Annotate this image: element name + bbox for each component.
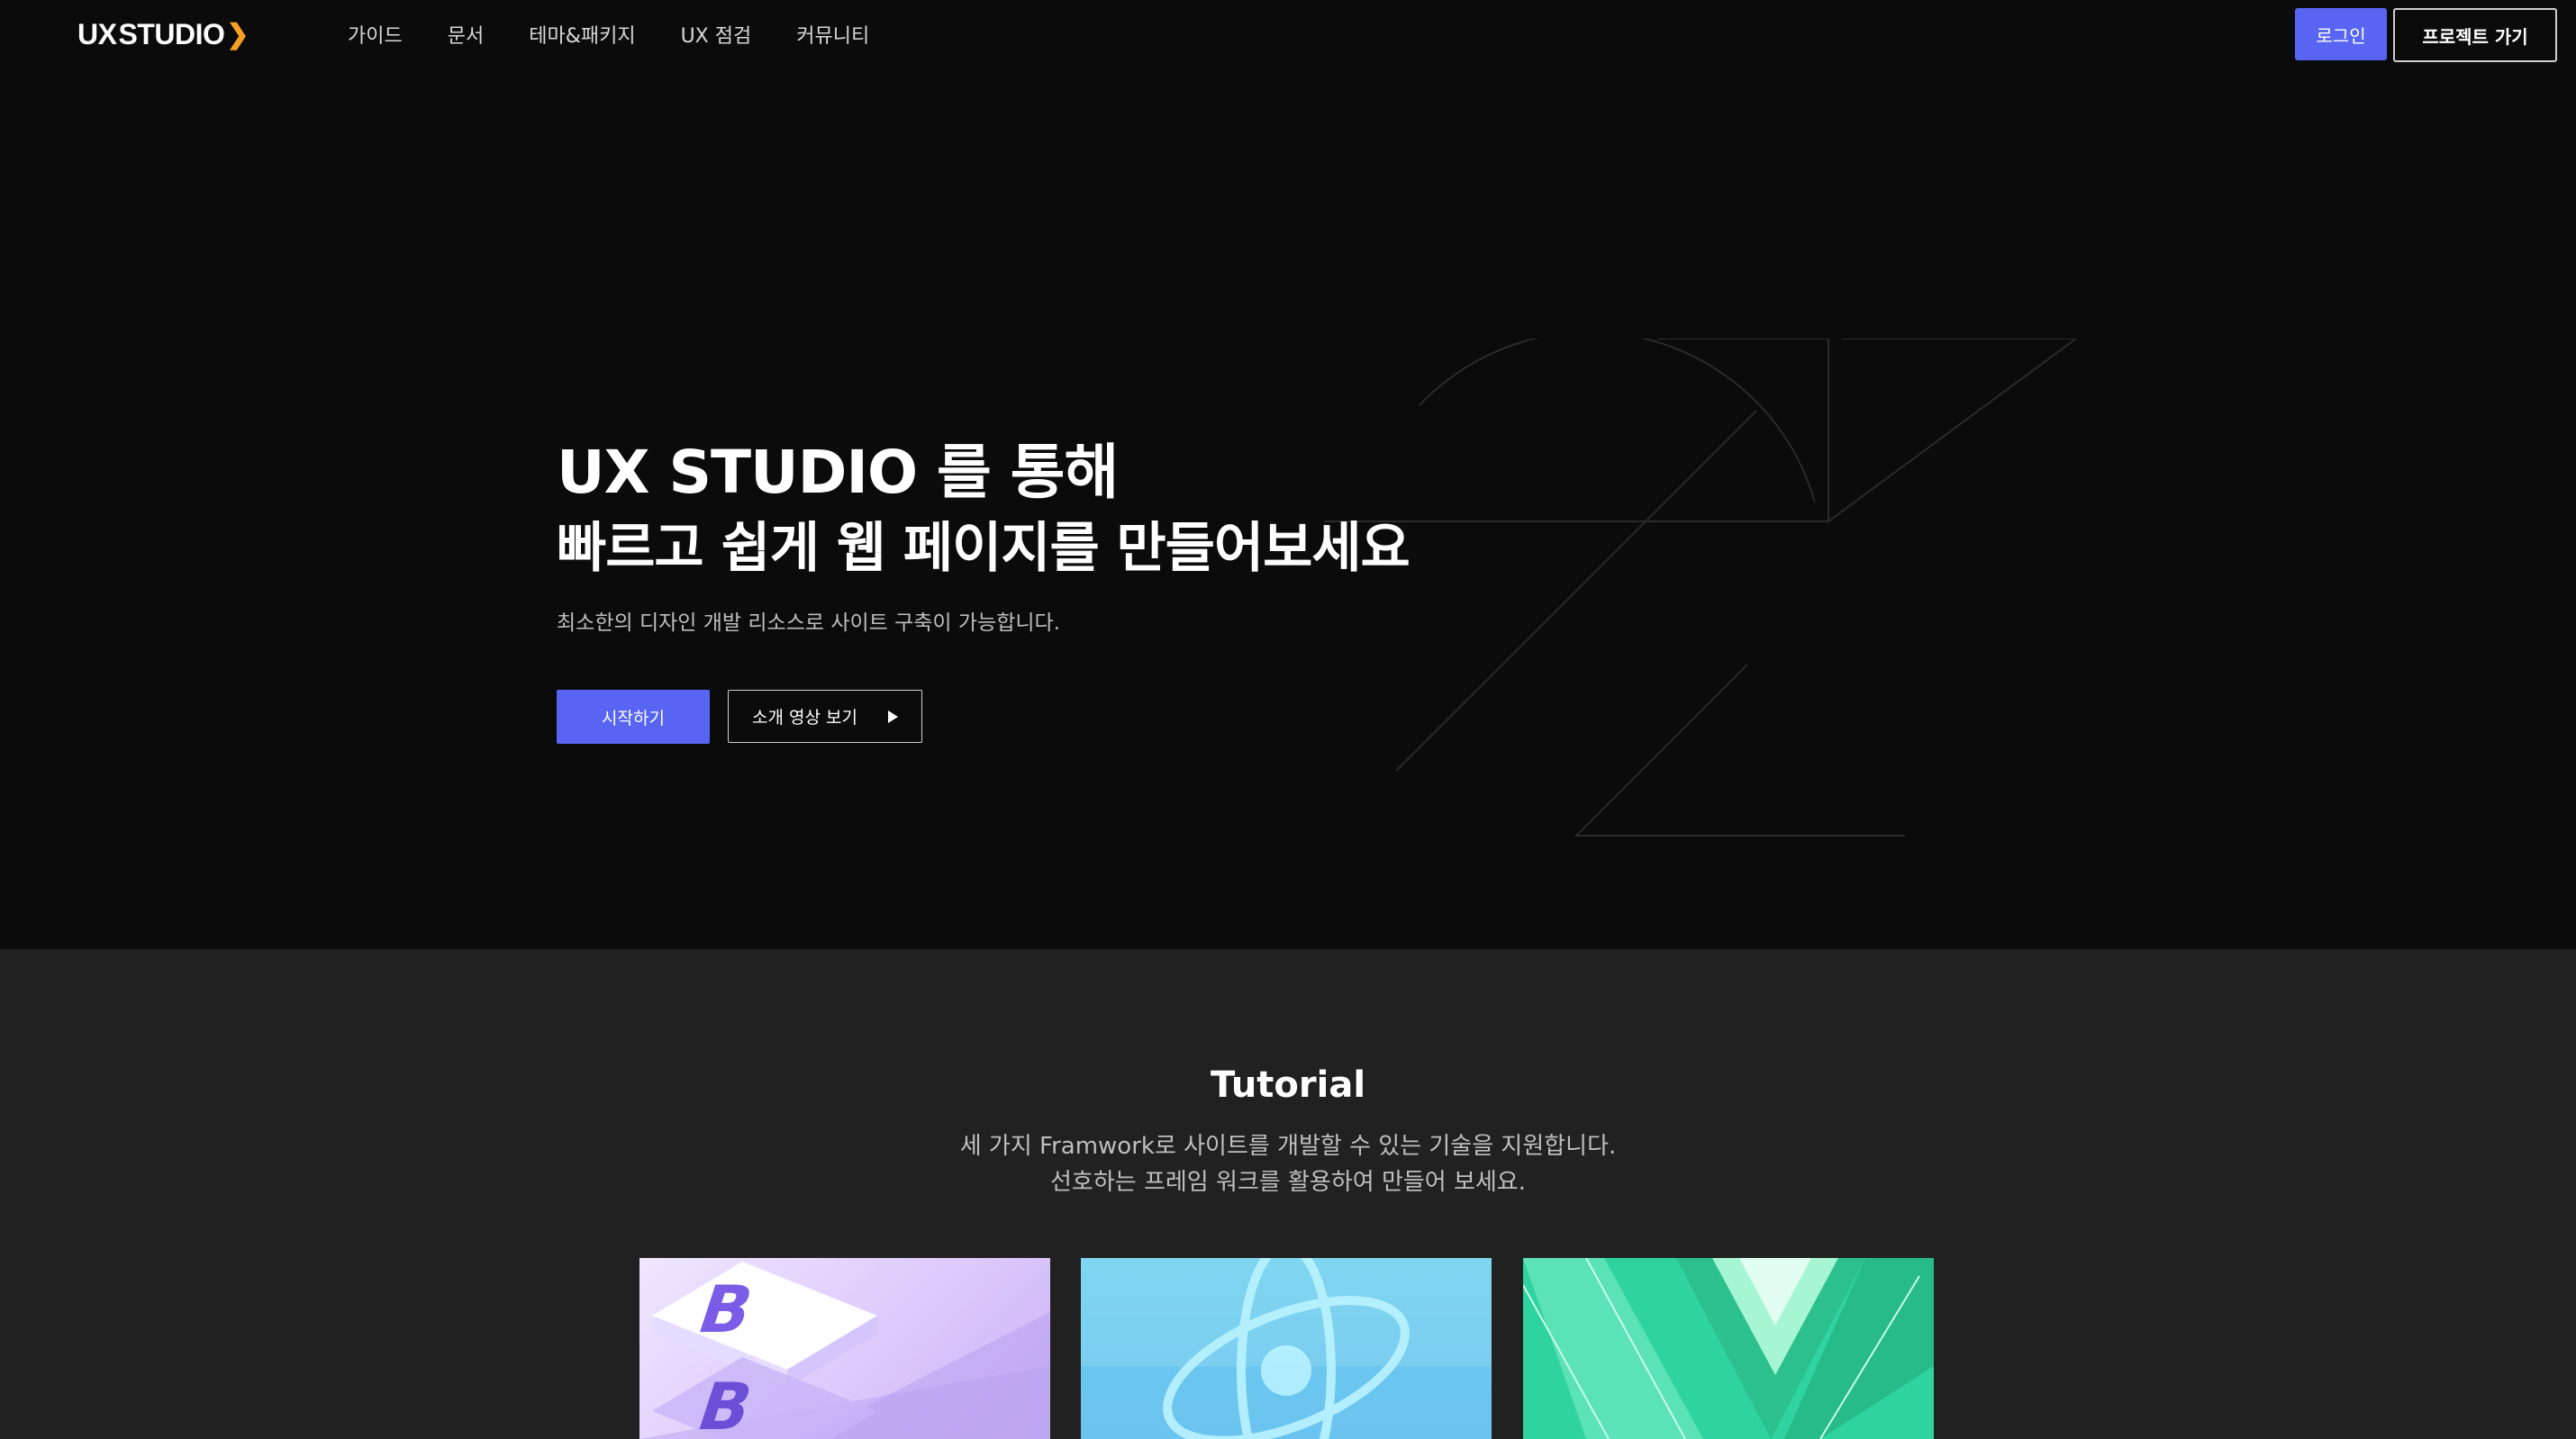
tutorial-description-line1: 세 가지 Framwork로 사이트를 개발할 수 있는 기술을 지원합니다.	[959, 1133, 1617, 1160]
top-header: UX STUDIO ❯ 가이드 문서 테마&패키지 UX 점검 커뮤니티 로그인…	[0, 0, 2576, 68]
intro-video-button[interactable]: 소개 영상 보기	[728, 690, 922, 743]
chevron-right-icon: ❯	[226, 19, 249, 50]
intro-video-label: 소개 영상 보기	[752, 708, 857, 728]
go-to-project-button[interactable]: 프로젝트 가기	[2393, 8, 2557, 62]
bootstrap-logo-icon: B B	[639, 1262, 1050, 1439]
hero-section: UX STUDIO 를 통해 빠르고 쉽게 웹 페이지를 만들어보세요 최소한의…	[0, 68, 2576, 949]
vue-card[interactable]	[1523, 1258, 1934, 1439]
hero-subtitle: 최소한의 디자인 개발 리소스로 사이트 구축이 가능합니다.	[557, 611, 1061, 635]
ux-studio-logo[interactable]: UX STUDIO ❯	[77, 16, 249, 52]
bootstrap-card[interactable]: B B	[639, 1258, 1050, 1439]
start-button[interactable]: 시작하기	[557, 690, 710, 744]
login-button[interactable]: 로그인	[2295, 8, 2387, 60]
tutorial-description-line2: 선호하는 프레임 워크를 활용하여 만들어 보세요.	[1050, 1169, 1526, 1196]
react-logo-icon	[1081, 1258, 1492, 1439]
nav-item-guide[interactable]: 가이드	[348, 20, 403, 49]
nav-item-ux-check[interactable]: UX 점검	[681, 20, 752, 49]
logo-prefix: UX	[77, 17, 117, 50]
play-icon	[887, 710, 898, 723]
logo-main: STUDIO	[118, 17, 225, 50]
hero-line-graphic	[1324, 339, 2077, 837]
nav-item-themes[interactable]: 테마&패키지	[529, 20, 635, 49]
react-card[interactable]	[1081, 1258, 1492, 1439]
nav-item-docs[interactable]: 문서	[448, 20, 484, 49]
nav-item-community[interactable]: 커뮤니티	[796, 20, 869, 49]
hero-title-line2: 빠르고 쉽게 웹 페이지를 만들어보세요	[557, 517, 1410, 580]
hero-title-line1: UX STUDIO 를 통해	[557, 438, 1119, 507]
vue-logo-icon	[1523, 1258, 1934, 1439]
tutorial-section: Tutorial 세 가지 Framwork로 사이트를 개발할 수 있는 기술…	[0, 949, 2576, 1439]
main-nav: 가이드 문서 테마&패키지 UX 점검 커뮤니티	[348, 0, 914, 68]
tutorial-title: Tutorial	[1210, 1064, 1366, 1106]
